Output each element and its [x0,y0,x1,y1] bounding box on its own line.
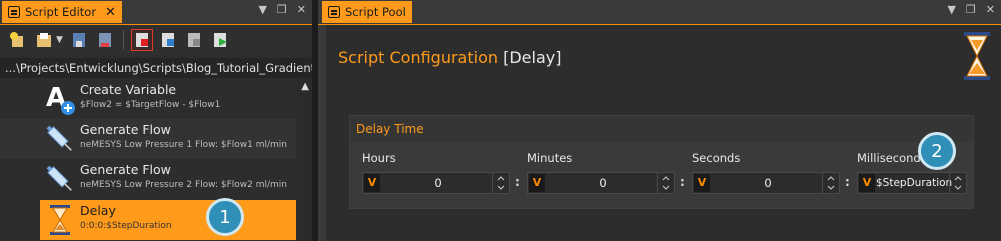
stop-script-button[interactable] [130,29,153,51]
script-item-title: Delay [80,203,116,218]
script-item-title: Create Variable [80,82,177,97]
milliseconds-value[interactable]: $StepDuration [876,173,952,193]
variable-toggle[interactable]: V [859,174,875,192]
restore-icon[interactable]: ❐ [966,3,976,16]
variable-toggle[interactable]: V [364,174,380,192]
spin-up-icon[interactable] [496,174,506,183]
spin-up-icon[interactable] [661,174,671,183]
colon-separator: : [845,175,850,189]
spin-up-icon[interactable] [953,174,963,183]
milliseconds-label: Milliseconds [857,151,927,165]
milliseconds-spin-arrows[interactable] [949,173,966,193]
save-button[interactable] [69,30,89,50]
seconds-label: Seconds [692,151,741,165]
compile-button[interactable] [158,30,178,50]
compile-icon [161,33,174,47]
script-item-generate-flow-1[interactable]: Generate Flow neMESYS Low Pressure 1 Flo… [0,119,296,159]
hours-stepper[interactable]: V 0 [362,172,510,194]
script-item-subtitle: 0:0:0:$StepDuration [80,221,172,231]
milliseconds-stepper[interactable]: V $StepDuration [857,172,967,194]
script-editor-tabstrip: Script Editor ✕ ▼ ❐ ✕ [0,0,312,25]
close-tab-icon[interactable]: ✕ [105,5,116,20]
colon-separator: : [515,175,520,189]
tab-script-pool[interactable]: Script Pool [322,1,412,23]
script-item-generate-flow-2[interactable]: Generate Flow neMESYS Low Pressure 2 Flo… [0,159,296,199]
seconds-value[interactable]: 0 [715,173,821,193]
script-pool-tabstrip: Script Pool ▼ ❐ ✕ [318,0,1001,25]
minutes-stepper[interactable]: V 0 [527,172,675,194]
new-script-button[interactable] [8,30,28,50]
save-as-button[interactable] [95,30,115,50]
restore-icon[interactable]: ❐ [277,3,287,16]
script-item-title: Generate Flow [80,162,171,177]
hourglass-icon [44,203,76,237]
variable-toggle[interactable]: V [694,174,710,192]
seconds-stepper[interactable]: V 0 [692,172,840,194]
group-title: Delay Time [356,122,424,136]
script-path: ...\Projects\Entwicklung\Scripts\Blog_Tu… [0,58,312,78]
spin-down-icon[interactable] [826,183,836,192]
script-item-subtitle: neMESYS Low Pressure 2 Flow: $Flow2 ml/m… [80,180,288,190]
script-item-subtitle: $Flow2 = $TargetFlow - $Flow1 [80,100,221,110]
document-icon [328,6,340,18]
save-as-icon [98,33,111,47]
callout-badge-1: 1 [206,198,244,236]
syringe-icon [44,162,76,196]
hours-label: Hours [362,151,396,165]
stop-script-icon [135,33,148,47]
open-script-button[interactable] [34,30,54,50]
callout-badge-2: 2 [918,132,956,170]
config-title-label: Script Configuration [338,48,498,67]
spin-up-icon[interactable] [826,174,836,183]
script-item-title: Generate Flow [80,122,171,137]
editor-toolbar: ▼ [0,25,312,55]
toolbar-separator [122,30,124,50]
dropdown-icon[interactable]: ▼ [258,3,266,16]
script-pool-panel: Script Pool ▼ ❐ ✕ Script Configuration [… [318,0,1001,241]
editor-icon [8,6,20,18]
tab-label: Script Editor [25,5,97,19]
tab-label: Script Pool [345,5,406,19]
script-item-create-variable[interactable]: A Create Variable $Flow2 = $TargetFlow -… [0,79,296,119]
close-icon[interactable]: ✕ [986,3,995,16]
hours-spin-arrows[interactable] [492,173,509,193]
close-icon[interactable]: ✕ [297,3,306,16]
new-script-icon [10,32,23,47]
debug-button[interactable] [184,30,204,50]
scroll-up-icon[interactable]: ▲ [301,81,309,92]
config-title: Script Configuration [Delay] [338,48,561,67]
dropdown-icon[interactable]: ▼ [947,3,955,16]
spin-down-icon[interactable] [496,183,506,192]
script-item-subtitle: neMESYS Low Pressure 1 Flow: $Flow1 ml/m… [80,140,288,150]
tab-script-editor[interactable]: Script Editor ✕ [2,1,122,23]
create-variable-icon: A [44,82,76,116]
syringe-icon [44,122,76,156]
open-dropdown-icon[interactable]: ▼ [56,35,63,45]
hours-value[interactable]: 0 [385,173,491,193]
open-folder-icon [37,33,51,47]
hourglass-icon [961,30,993,82]
script-list: A Create Variable $Flow2 = $TargetFlow -… [0,79,312,241]
spin-down-icon[interactable] [953,183,963,192]
debug-icon [187,33,200,47]
delay-fields: Hours V 0 : Minutes V 0 : Seconds V 0: … [350,142,973,208]
delay-time-group: Delay Time Hours V 0 : Minutes V 0: Sec… [349,115,974,209]
minutes-spin-arrows[interactable] [657,173,674,193]
window-controls: ▼ ❐ ✕ [947,3,995,16]
script-item-delay[interactable]: Delay 0:0:0:$StepDuration [40,200,296,240]
config-title-subject: [Delay] [503,48,562,67]
script-list-scrollbar[interactable]: ▲ [297,79,312,241]
minutes-label: Minutes [527,151,573,165]
pool-side-strip [318,25,326,241]
colon-separator: : [680,175,685,189]
variable-toggle[interactable]: V [529,174,545,192]
run-script-button[interactable] [210,30,230,50]
spin-down-icon[interactable] [661,183,671,192]
window-controls: ▼ ❐ ✕ [258,3,306,16]
seconds-spin-arrows[interactable] [822,173,839,193]
minutes-value[interactable]: 0 [550,173,656,193]
run-icon [213,33,227,47]
save-icon [72,33,85,47]
script-editor-panel: Script Editor ✕ ▼ ❐ ✕ ▼ ...\Projects\Ent… [0,0,312,241]
